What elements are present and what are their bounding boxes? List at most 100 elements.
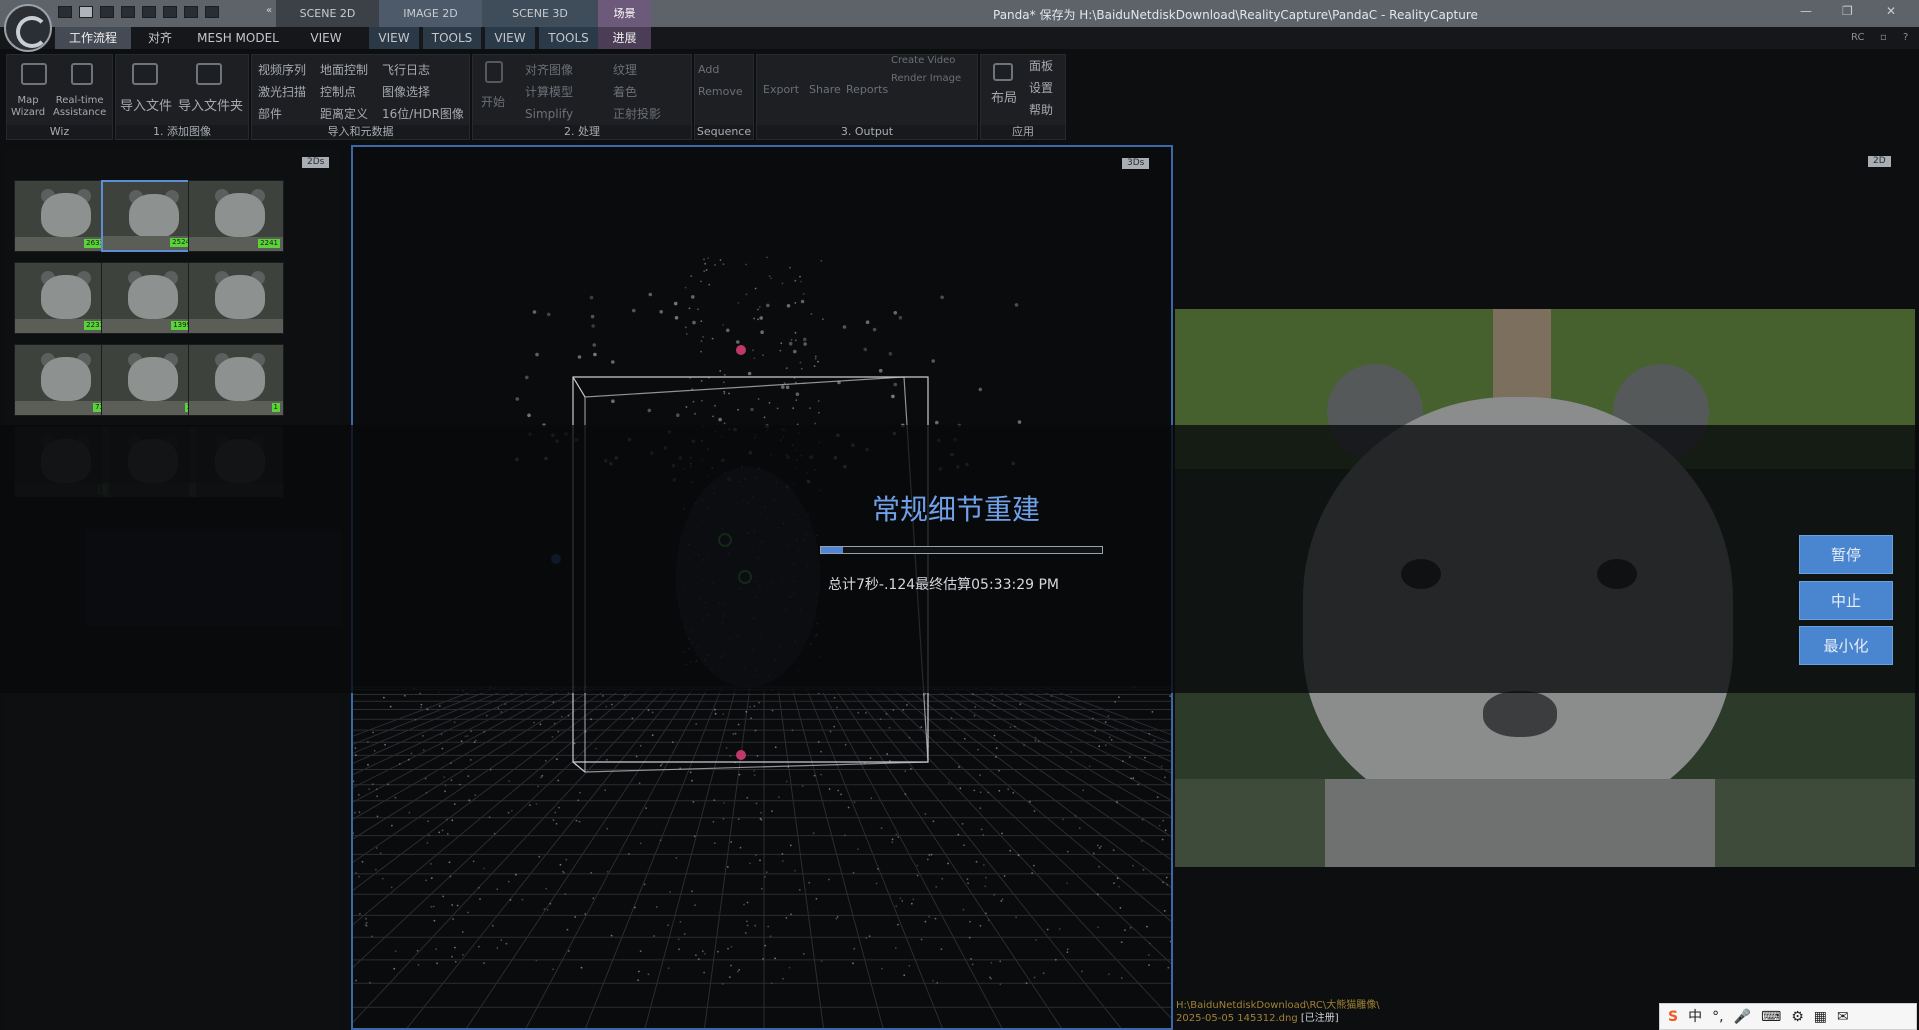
image-thumbnail[interactable]: 2231 (14, 262, 110, 334)
progress-bar (820, 546, 1103, 554)
reports-button[interactable]: Reports (846, 83, 888, 96)
stop-button[interactable]: 中止 (1799, 581, 1893, 620)
align-images-button[interactable]: 对齐图像 (525, 59, 573, 81)
tab-image-2d[interactable]: IMAGE 2D (379, 0, 482, 27)
tie-point-count-badge: 2241 (258, 239, 280, 248)
gizmo-bottom-handle[interactable] (736, 750, 746, 760)
window-title: Panda* 保存为 H:\BaiduNetdiskDownload\Reali… (993, 8, 1478, 22)
layout-3-icon[interactable] (100, 6, 114, 18)
import-file-button[interactable]: 导入文件 (120, 95, 172, 114)
image-thumbnail[interactable]: 2241 (188, 180, 284, 252)
sequence-remove-button[interactable]: Remove (698, 81, 743, 103)
realitycapture-logo-icon[interactable] (4, 4, 52, 52)
hdr-images-button[interactable]: 16位/HDR图像 (382, 103, 464, 125)
render-image-button[interactable]: Render Image (891, 73, 961, 84)
ground-control-button[interactable]: 地面控制 (320, 59, 368, 81)
image-selection-button[interactable]: 图像选择 (382, 81, 464, 103)
image-thumbnail[interactable]: 1 (101, 344, 197, 416)
menu-progress[interactable]: 进展 (598, 27, 651, 49)
layout-6-icon[interactable] (163, 6, 177, 18)
menu-tools-scene3d[interactable]: TOOLS (539, 27, 598, 49)
group-application: 布局 面板 设置 帮助 应用 (980, 54, 1066, 140)
progress-status: 总计7秒-.124最终估算05:33:29 PM (828, 577, 1059, 593)
panels-button[interactable]: 面板 (1029, 55, 1053, 77)
layout-button[interactable]: 布局 (991, 87, 1017, 106)
view-tag-2ds[interactable]: 2Ds (302, 157, 330, 168)
ime-toolbar: S 中 °, 🎤 ⌨ ⚙ ▦ ✉ (1659, 1003, 1917, 1030)
image-thumbnail[interactable]: 2633 (14, 180, 110, 252)
gizmo-top-handle[interactable] (736, 345, 746, 355)
share-button[interactable]: Share (809, 83, 841, 96)
quick-access-icon[interactable]: « (266, 5, 272, 16)
group-label-import-metadata: 导入和元数据 (252, 125, 469, 139)
import-folder-icon (196, 63, 222, 85)
layout-5-icon[interactable] (142, 6, 156, 18)
texture-button[interactable]: 纹理 (613, 59, 661, 81)
menu-mesh-model[interactable]: MESH MODEL (190, 27, 286, 49)
video-sequence-button[interactable]: 视频序列 (258, 59, 306, 81)
tab-scene[interactable]: 场景 (598, 0, 651, 27)
ortho-projection-button[interactable]: 正射投影 (613, 103, 661, 125)
layout-8-icon[interactable] (205, 6, 219, 18)
import-file-icon (132, 63, 158, 85)
ime-chinese-mode[interactable]: 中 (1688, 1007, 1702, 1027)
image-thumbnail[interactable] (188, 262, 284, 334)
group-label-output: 3. Output (757, 125, 977, 139)
image-thumbnail[interactable]: 73 (14, 344, 110, 416)
maximize-icon[interactable]: ❐ (1842, 4, 1853, 18)
menu-workflow[interactable]: 工作流程 (55, 27, 131, 49)
ime-message-icon[interactable]: ✉ (1837, 1007, 1849, 1027)
image-thumbnail[interactable]: 1 (188, 344, 284, 416)
minimize-progress-button[interactable]: 最小化 (1799, 626, 1893, 665)
progress-title: 常规细节重建 (872, 493, 1041, 526)
simplify-button[interactable]: Simplify (525, 103, 573, 125)
layout-4-icon[interactable] (121, 6, 135, 18)
help-button[interactable]: 帮助 (1029, 99, 1053, 121)
tab-scene-3d[interactable]: SCENE 3D (482, 0, 598, 27)
menu-alignment[interactable]: 对齐 (136, 27, 184, 49)
realtime-assistance-icon (71, 63, 93, 85)
close-icon[interactable]: ✕ (1886, 4, 1896, 18)
component-button[interactable]: 部件 (258, 103, 306, 125)
ime-skin-icon[interactable]: ⚙ (1791, 1007, 1804, 1027)
map-wizard-button[interactable]: Map Wizard (11, 95, 45, 119)
layout-1-icon[interactable] (58, 6, 72, 18)
doc-icon[interactable]: ▫ (1880, 32, 1887, 43)
help-icon[interactable]: ? (1903, 32, 1908, 43)
ime-voice-icon[interactable]: 🎤 (1734, 1007, 1751, 1027)
minimize-icon[interactable]: — (1800, 4, 1812, 18)
app-window: « SCENE 2D IMAGE 2D SCENE 3D 场景 Panda* 保… (0, 0, 1919, 1030)
image-path-info: H:\BaiduNetdiskDownload\RC\大熊猫雕像\ 2025-0… (1176, 999, 1380, 1025)
image-thumbnail[interactable]: 2524 (101, 180, 197, 252)
create-video-button[interactable]: Create Video (891, 55, 955, 66)
tab-scene-2d[interactable]: SCENE 2D (276, 0, 379, 27)
view-tag-2d[interactable]: 2D (1868, 156, 1891, 167)
export-button[interactable]: Export (763, 83, 799, 96)
pause-button[interactable]: 暂停 (1799, 535, 1893, 574)
layout-7-icon[interactable] (184, 6, 198, 18)
control-points-button[interactable]: 控制点 (320, 81, 368, 103)
laser-scan-button[interactable]: 激光扫描 (258, 81, 306, 103)
title-bar: « SCENE 2D IMAGE 2D SCENE 3D 场景 Panda* 保… (0, 0, 1919, 52)
image-thumbnail[interactable]: 1399 (101, 262, 197, 334)
ime-toolbox-icon[interactable]: ▦ (1814, 1007, 1827, 1027)
layout-2-icon[interactable] (79, 6, 93, 18)
group-label-process: 2. 处理 (473, 125, 691, 139)
realtime-assistance-button[interactable]: Real-time Assistance (53, 95, 106, 119)
menu-view-scene3d[interactable]: VIEW (485, 27, 535, 49)
flight-log-button[interactable]: 飞行日志 (382, 59, 464, 81)
menu-view-image2d[interactable]: VIEW (369, 27, 419, 49)
group-process: 开始 对齐图像 计算模型 Simplify 纹理 着色 正射投影 2. 处理 (472, 54, 692, 140)
sequence-add-button[interactable]: Add (698, 59, 743, 81)
calculate-model-button[interactable]: 计算模型 (525, 81, 573, 103)
sogou-logo-icon[interactable]: S (1668, 1007, 1678, 1027)
settings-button[interactable]: 设置 (1029, 77, 1053, 99)
distance-definition-button[interactable]: 距离定义 (320, 103, 368, 125)
ime-keyboard-icon[interactable]: ⌨ (1761, 1007, 1781, 1027)
import-folder-button[interactable]: 导入文件夹 (178, 95, 243, 114)
menu-tools-image2d[interactable]: TOOLS (423, 27, 481, 49)
menu-view[interactable]: VIEW (296, 27, 356, 49)
start-button[interactable]: 开始 (481, 93, 505, 110)
ime-punctuation-icon[interactable]: °, (1712, 1007, 1723, 1027)
colorize-button[interactable]: 着色 (613, 81, 661, 103)
